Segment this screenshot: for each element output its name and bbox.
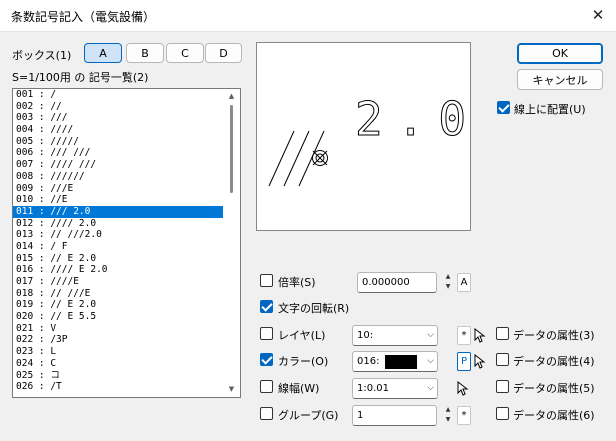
- list-item[interactable]: 011 : /// 2.0: [13, 205, 223, 218]
- data-attr-5-label: データの属性(5): [513, 382, 595, 395]
- preview-stroke-1: [268, 130, 295, 187]
- scroll-down-icon[interactable]: ▼: [227, 385, 236, 394]
- list-scrollbar[interactable]: ▲ ▼: [223, 89, 240, 397]
- list-item[interactable]: 022 : /3P: [13, 334, 223, 346]
- list-item[interactable]: 024 : C: [13, 358, 223, 370]
- data-attr-3-label: データの属性(3): [513, 329, 595, 342]
- rotate-checkbox[interactable]: [260, 300, 273, 313]
- data-attr-6-checkbox[interactable]: [496, 407, 509, 420]
- group-spinner[interactable]: ▲ ▼: [442, 405, 454, 426]
- symbol-list-header: S=1/100用 の 記号一覧(2): [12, 71, 149, 84]
- layer-pick-cursor-icon[interactable]: [474, 328, 486, 344]
- scale-input[interactable]: 0.000000: [357, 272, 437, 293]
- cancel-button[interactable]: キャンセル: [517, 69, 603, 90]
- list-item[interactable]: 005 : /////: [13, 136, 223, 148]
- preview-stroke-2: [283, 130, 310, 187]
- symbol-list[interactable]: 001 : /002 : //003 : ///004 : ////005 : …: [12, 88, 241, 398]
- ok-button[interactable]: OK: [517, 43, 603, 64]
- list-item[interactable]: 026 : /T: [13, 381, 223, 393]
- list-item[interactable]: 001 : /: [13, 89, 223, 101]
- line-width-label: 線幅(W): [278, 382, 320, 395]
- list-item[interactable]: 016 : //// E 2.0: [13, 264, 223, 276]
- layer-value: 10:: [357, 330, 374, 341]
- group-checkbox[interactable]: [260, 407, 273, 420]
- list-item[interactable]: 017 : ////E: [13, 276, 223, 288]
- data-attr-3-checkbox[interactable]: [496, 327, 509, 340]
- on-line-label: 線上に配置(U): [514, 103, 586, 116]
- box-tab-d[interactable]: D: [205, 43, 242, 63]
- list-item[interactable]: 014 : / F: [13, 241, 223, 253]
- rotate-label: 文字の回転(R): [278, 302, 350, 315]
- layer-select[interactable]: 10: ⌵: [352, 325, 438, 346]
- symbol-list-items: 001 : /002 : //003 : ///004 : ////005 : …: [13, 89, 240, 393]
- list-item[interactable]: 018 : // ///E: [13, 288, 223, 300]
- color-swatch: [385, 355, 417, 369]
- line-width-checkbox[interactable]: [260, 380, 273, 393]
- box-tab-b[interactable]: B: [126, 43, 164, 63]
- list-item[interactable]: 019 : // E 2.0: [13, 299, 223, 311]
- list-item[interactable]: 010 : //E: [13, 194, 223, 206]
- box-tab-c[interactable]: C: [166, 43, 204, 63]
- list-item[interactable]: 003 : ///: [13, 112, 223, 124]
- data-attr-6-label: データの属性(6): [513, 409, 595, 422]
- group-star-button[interactable]: *: [457, 406, 471, 425]
- color-checkbox[interactable]: [260, 353, 273, 366]
- scroll-up-icon[interactable]: ▲: [227, 92, 236, 101]
- layer-checkbox[interactable]: [260, 327, 273, 340]
- color-value: 016:: [357, 356, 380, 367]
- line-width-value: 1:0.01: [357, 383, 389, 394]
- scroll-thumb[interactable]: [230, 105, 233, 193]
- color-pick-cursor-icon[interactable]: [474, 354, 486, 370]
- line-width-select[interactable]: 1:0.01 ⌵: [352, 378, 438, 399]
- color-label: カラー(O): [278, 355, 329, 368]
- line-width-pick-cursor-icon[interactable]: [457, 381, 469, 397]
- title-bar: 条数記号記入（電気設備） ✕: [0, 0, 616, 32]
- list-item[interactable]: 015 : // E 2.0: [13, 253, 223, 265]
- scale-checkbox[interactable]: [260, 274, 273, 287]
- chevron-down-icon: ⌵: [427, 383, 434, 393]
- window-title: 条数記号記入（電気設備）: [11, 10, 156, 24]
- chevron-down-icon: ⌵: [427, 330, 434, 340]
- list-item[interactable]: 013 : // ///2.0: [13, 229, 223, 241]
- list-item[interactable]: 007 : //// ///: [13, 159, 223, 171]
- list-item[interactable]: 008 : //////: [13, 171, 223, 183]
- layer-star-button[interactable]: *: [457, 326, 471, 345]
- chevron-down-icon: ⌵: [427, 356, 434, 366]
- list-item[interactable]: 009 : ///E: [13, 183, 223, 195]
- scale-spinner[interactable]: ▲ ▼: [442, 272, 454, 293]
- list-item[interactable]: 021 : V: [13, 323, 223, 335]
- data-attr-4-checkbox[interactable]: [496, 353, 509, 366]
- color-p-button[interactable]: P: [457, 352, 471, 371]
- layer-label: レイヤ(L): [278, 329, 326, 342]
- on-line-checkbox[interactable]: [497, 101, 510, 114]
- data-attr-4-label: データの属性(4): [513, 355, 595, 368]
- list-item[interactable]: 006 : /// ///: [13, 147, 223, 159]
- scale-auto-button[interactable]: A: [457, 273, 471, 292]
- list-item[interactable]: 012 : //// 2.0: [13, 218, 223, 230]
- list-item[interactable]: 004 : ////: [13, 124, 223, 136]
- box-label: ボックス(1): [12, 49, 72, 62]
- group-input[interactable]: 1: [352, 405, 437, 426]
- close-icon[interactable]: ✕: [589, 6, 607, 24]
- box-tab-a[interactable]: A: [84, 43, 122, 63]
- data-attr-5-checkbox[interactable]: [496, 380, 509, 393]
- group-label: グループ(G): [278, 409, 339, 422]
- list-item[interactable]: 025 : コ: [13, 370, 223, 382]
- list-item[interactable]: 020 : // E 5.5: [13, 311, 223, 323]
- list-item[interactable]: 002 : //: [13, 101, 223, 113]
- preview-drawing: 2.0: [268, 92, 470, 187]
- preview-text: 2.0: [355, 92, 470, 146]
- symbol-preview: 2.0: [256, 42, 471, 231]
- list-item[interactable]: 023 : L: [13, 346, 223, 358]
- scale-label: 倍率(S): [278, 276, 316, 289]
